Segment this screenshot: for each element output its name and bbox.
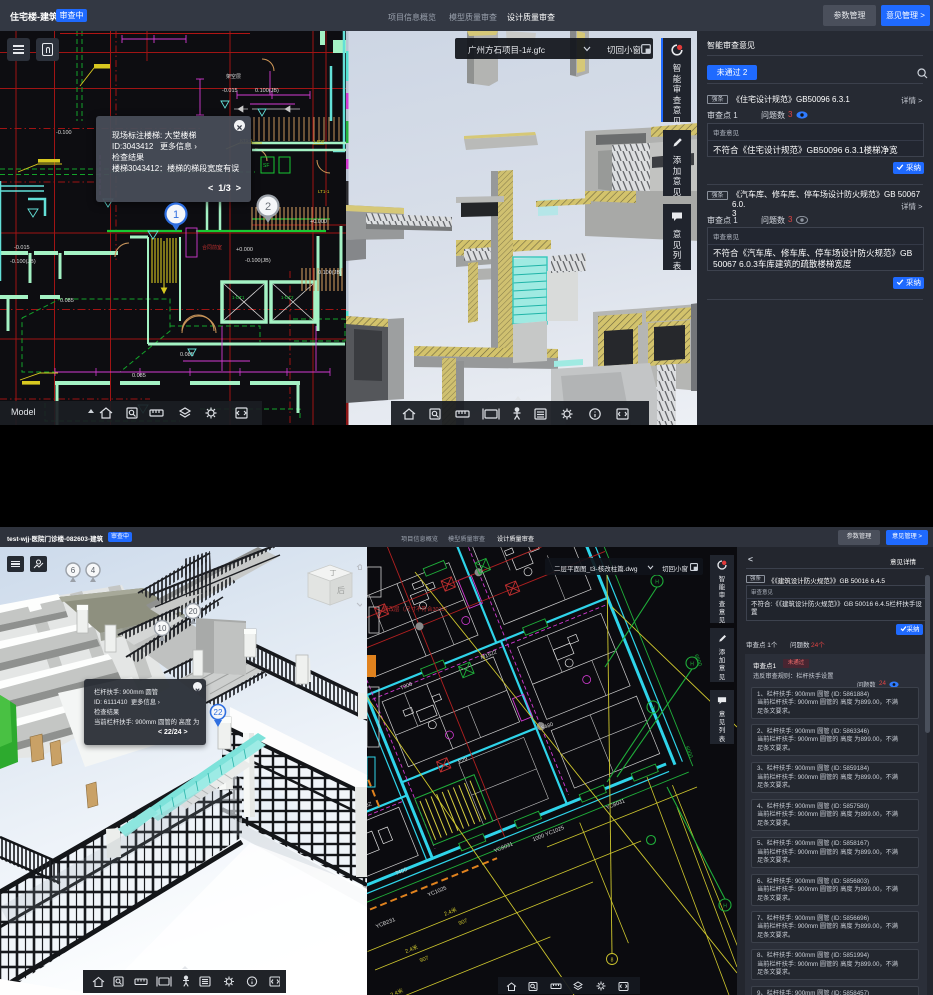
- svg-text:1-DT1: 1-DT1: [232, 295, 245, 300]
- svg-text:YC8031: YC8031: [493, 841, 514, 854]
- svg-text:1: 1: [173, 209, 179, 221]
- svg-text:6600: 6600: [693, 654, 703, 668]
- svg-text:6: 6: [71, 566, 76, 575]
- svg-text:M1522: M1522: [480, 650, 498, 662]
- svg-text:1-DT2: 1-DT2: [281, 295, 294, 300]
- svg-text:0.085: 0.085: [60, 298, 74, 304]
- svg-text:1.500: 1.500: [313, 139, 325, 144]
- svg-text:8: 8: [611, 958, 614, 964]
- svg-text:合同前室: 合同前室: [202, 244, 222, 251]
- svg-text:4: 4: [91, 566, 96, 575]
- svg-text:2: 2: [265, 201, 271, 213]
- svg-text:YCB231: YCB231: [375, 917, 396, 930]
- svg-text:E29: E29: [457, 756, 468, 765]
- svg-text:丁: 丁: [330, 569, 337, 577]
- svg-text:SF: SF: [263, 163, 269, 169]
- svg-text:-0.100(JB): -0.100(JB): [245, 258, 271, 264]
- svg-text:-0.100(JB): -0.100(JB): [10, 259, 36, 265]
- svg-text:后: 后: [337, 585, 345, 595]
- svg-text:-0.100: -0.100: [56, 130, 72, 136]
- svg-text:修改层（尺寸不符合3015）: 修改层（尺寸不符合3015）: [383, 605, 450, 613]
- svg-text:H: H: [723, 904, 727, 910]
- svg-text:907: 907: [458, 918, 469, 927]
- svg-text:20: 20: [189, 607, 198, 616]
- svg-text:LT1-1: LT1-1: [318, 189, 330, 194]
- svg-text:架空层: 架空层: [226, 73, 241, 80]
- svg-text:10: 10: [158, 624, 167, 633]
- svg-text:+0.000: +0.000: [236, 247, 253, 253]
- svg-text:H: H: [651, 706, 655, 712]
- svg-text:6000: 6000: [683, 745, 693, 759]
- svg-text:1000 YC1025: 1000 YC1025: [532, 825, 565, 843]
- svg-text:22: 22: [214, 708, 223, 717]
- svg-text:0.100(JB): 0.100(JB): [255, 88, 279, 94]
- svg-text:YC8031: YC8031: [605, 798, 626, 811]
- svg-text:-0.015: -0.015: [14, 245, 30, 251]
- svg-text:YC1025: YC1025: [427, 886, 448, 899]
- svg-text:H: H: [690, 662, 694, 668]
- svg-text:7400: 7400: [395, 867, 409, 877]
- svg-text:+0.000: +0.000: [310, 219, 327, 225]
- svg-text:2.4米: 2.4米: [389, 986, 405, 995]
- svg-text:-0.015: -0.015: [222, 88, 238, 94]
- svg-text:907: 907: [419, 955, 430, 964]
- svg-text:0.100(JB): 0.100(JB): [318, 270, 342, 276]
- svg-text:H: H: [655, 580, 659, 586]
- svg-text:0.085: 0.085: [132, 373, 146, 379]
